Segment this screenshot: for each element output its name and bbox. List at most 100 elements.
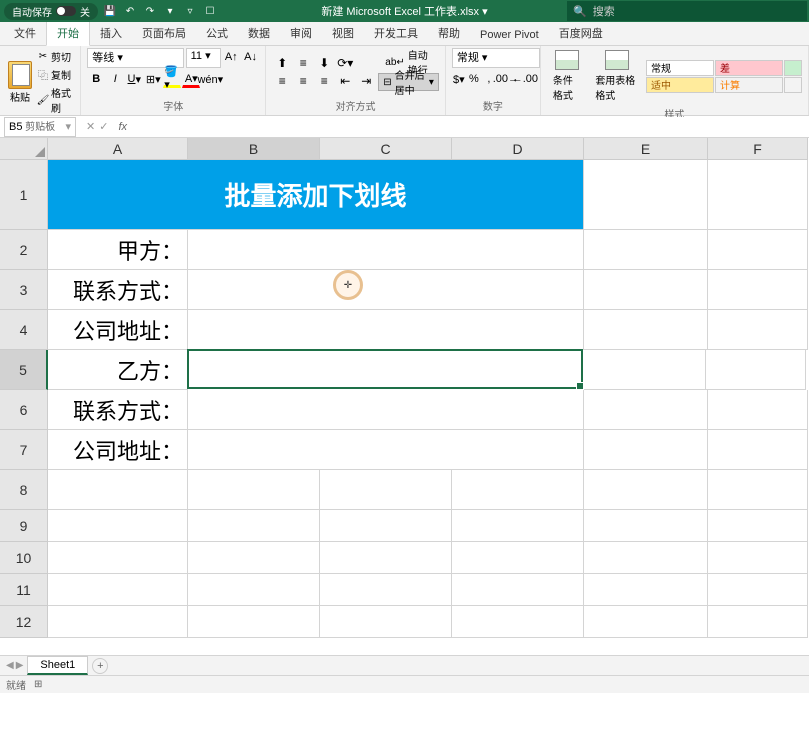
- decrease-font-icon[interactable]: A↓: [242, 48, 259, 66]
- row-header-8[interactable]: 8: [0, 470, 48, 510]
- cell-E9[interactable]: [584, 510, 708, 542]
- cell-D11[interactable]: [452, 574, 584, 606]
- cell-F9[interactable]: [708, 510, 808, 542]
- cell-E3[interactable]: [584, 270, 708, 310]
- cell-E12[interactable]: [584, 606, 708, 638]
- row-header-9[interactable]: 9: [0, 510, 48, 542]
- row-header-5[interactable]: 5: [0, 350, 48, 390]
- cell-C6[interactable]: [320, 390, 452, 430]
- cell-C7[interactable]: [320, 430, 452, 470]
- tab-视图[interactable]: 视图: [322, 21, 364, 45]
- cell-B9[interactable]: [188, 510, 320, 542]
- select-all-corner[interactable]: [0, 138, 48, 160]
- tab-nav-prev-icon[interactable]: ◀: [6, 660, 14, 671]
- row-header-3[interactable]: 3: [0, 270, 48, 310]
- percent-button[interactable]: %: [467, 70, 481, 88]
- cell-F6[interactable]: [708, 390, 808, 430]
- col-header-B[interactable]: B: [188, 138, 320, 160]
- row-header-1[interactable]: 1: [0, 160, 48, 230]
- cell-C12[interactable]: [320, 606, 452, 638]
- align-middle-icon[interactable]: ≡: [293, 54, 313, 72]
- tab-nav-next-icon[interactable]: ▶: [16, 660, 24, 671]
- increase-font-icon[interactable]: A↑: [223, 48, 240, 66]
- cell-D7[interactable]: [452, 430, 584, 470]
- cell-C9[interactable]: [320, 510, 452, 542]
- cell-F3[interactable]: [708, 270, 808, 310]
- copy-button[interactable]: ⿻复制: [36, 66, 74, 83]
- touch-icon[interactable]: ☐: [202, 3, 218, 19]
- cell-B4[interactable]: [188, 310, 320, 350]
- cell-A4[interactable]: 公司地址：: [48, 310, 188, 350]
- cell-C3[interactable]: [320, 270, 452, 310]
- indent-decrease-icon[interactable]: ⇤: [335, 72, 355, 90]
- cell-A10[interactable]: [48, 542, 188, 574]
- cell-A12[interactable]: [48, 606, 188, 638]
- col-header-A[interactable]: A: [48, 138, 188, 160]
- cell-C10[interactable]: [320, 542, 452, 574]
- col-header-F[interactable]: F: [708, 138, 808, 160]
- cell-F2[interactable]: [708, 230, 808, 270]
- name-box[interactable]: B5▾: [4, 117, 76, 137]
- tab-页面布局[interactable]: 页面布局: [132, 21, 196, 45]
- tab-开始[interactable]: 开始: [46, 20, 90, 46]
- cell-title[interactable]: 批量添加下划线: [48, 160, 584, 230]
- decrease-decimal-button[interactable]: ←.00: [516, 70, 534, 88]
- tab-审阅[interactable]: 审阅: [280, 21, 322, 45]
- italic-button[interactable]: I: [106, 70, 124, 88]
- tab-公式[interactable]: 公式: [196, 21, 238, 45]
- cell-D8[interactable]: [452, 470, 584, 510]
- cell-F11[interactable]: [708, 574, 808, 606]
- col-header-C[interactable]: C: [320, 138, 452, 160]
- format-painter-button[interactable]: 🖌格式刷: [36, 84, 74, 116]
- redo-icon[interactable]: ↷: [142, 3, 158, 19]
- cell-D2[interactable]: [452, 230, 584, 270]
- cell-B2[interactable]: [188, 230, 320, 270]
- font-size-select[interactable]: 11 ▾: [186, 48, 221, 68]
- save-icon[interactable]: 💾: [102, 3, 118, 19]
- align-center-icon[interactable]: ≡: [293, 72, 313, 90]
- cell-A8[interactable]: [48, 470, 188, 510]
- cell-D4[interactable]: [452, 310, 584, 350]
- style-neutral[interactable]: 适中: [646, 77, 714, 93]
- cell-A9[interactable]: [48, 510, 188, 542]
- style-check[interactable]: [784, 77, 802, 93]
- cell-D3[interactable]: [452, 270, 584, 310]
- accessibility-icon[interactable]: ⊞: [34, 679, 42, 690]
- cell-F12[interactable]: [708, 606, 808, 638]
- cell-F4[interactable]: [708, 310, 808, 350]
- cell-C4[interactable]: [320, 310, 452, 350]
- cell-A6[interactable]: 联系方式：: [48, 390, 188, 430]
- tab-文件[interactable]: 文件: [4, 21, 46, 45]
- align-left-icon[interactable]: ≡: [272, 72, 292, 90]
- orientation-icon[interactable]: ⟳▾: [335, 54, 355, 72]
- style-calc[interactable]: 计算: [715, 77, 783, 93]
- enter-formula-icon[interactable]: ✓: [99, 120, 108, 133]
- filter-icon[interactable]: ▿: [182, 3, 198, 19]
- align-top-icon[interactable]: ⬆: [272, 54, 292, 72]
- cell-C2[interactable]: [320, 230, 452, 270]
- cell-B3[interactable]: [188, 270, 320, 310]
- cell-B10[interactable]: [188, 542, 320, 574]
- tab-插入[interactable]: 插入: [90, 21, 132, 45]
- bold-button[interactable]: B: [87, 70, 105, 88]
- row-header-2[interactable]: 2: [0, 230, 48, 270]
- col-header-D[interactable]: D: [452, 138, 584, 160]
- cell-E8[interactable]: [584, 470, 708, 510]
- cell-A7[interactable]: 公司地址：: [48, 430, 188, 470]
- cell-E4[interactable]: [584, 310, 708, 350]
- border-button[interactable]: ⊞▾: [144, 70, 162, 88]
- cell-F7[interactable]: [708, 430, 808, 470]
- tab-百度网盘[interactable]: 百度网盘: [549, 21, 613, 45]
- row-header-4[interactable]: 4: [0, 310, 48, 350]
- style-bad[interactable]: 差: [715, 60, 783, 76]
- row-header-6[interactable]: 6: [0, 390, 48, 430]
- table-format-button[interactable]: 套用表格格式: [589, 48, 644, 104]
- cell-F8[interactable]: [708, 470, 808, 510]
- tab-开发工具[interactable]: 开发工具: [364, 21, 428, 45]
- cell-C11[interactable]: [320, 574, 452, 606]
- cell-A5[interactable]: 乙方：: [48, 350, 188, 390]
- phonetic-button[interactable]: wén▾: [201, 70, 219, 88]
- merge-center-button[interactable]: ⊟合并后居中▾: [378, 73, 439, 91]
- accounting-button[interactable]: $▾: [452, 70, 466, 88]
- autosave-toggle[interactable]: 自动保存 关: [4, 3, 98, 20]
